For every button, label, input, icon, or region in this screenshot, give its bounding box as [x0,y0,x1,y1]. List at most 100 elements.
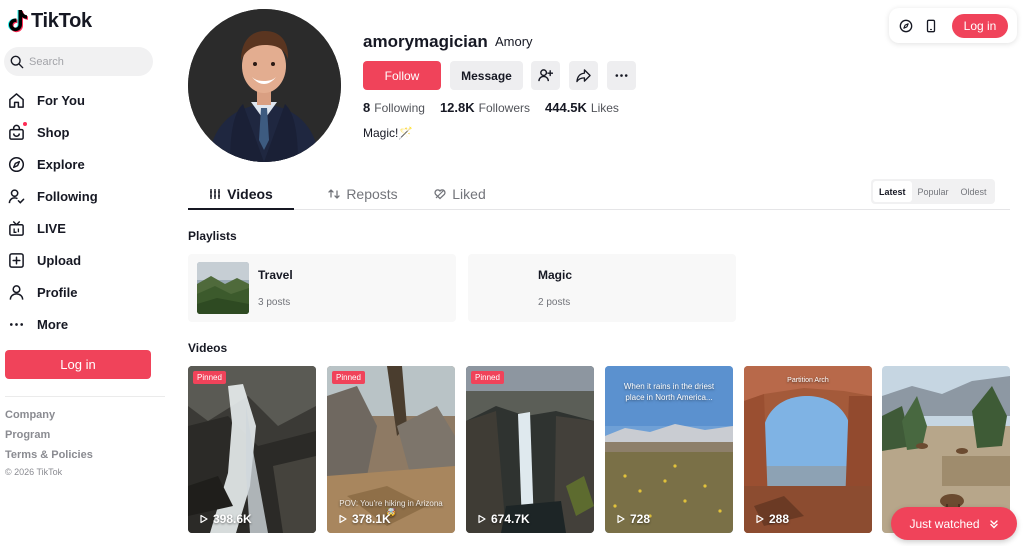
search-bar[interactable] [4,47,153,76]
playlist-card-travel[interactable]: Travel 3 posts [188,254,456,322]
more-options-button[interactable] [607,61,636,90]
sidebar-item-shop[interactable]: Shop [0,116,165,148]
tab-label: Reposts [346,186,398,202]
sidebar-item-label: Explore [37,156,85,172]
search-input[interactable] [29,55,139,68]
pinned-badge: Pinned [332,371,365,384]
view-count: 378.1K [338,512,391,526]
sidebar-divider [5,396,165,397]
play-icon [617,514,625,524]
followers-stat[interactable]: 12.8K Followers [440,100,530,115]
profile-stats: 8 Following 12.8K Followers 444.5K Likes [363,100,634,115]
video-card[interactable]: Partition Arch 288 [744,366,872,533]
playlist-name: Magic [538,268,573,282]
likes-count: 444.5K [545,100,587,115]
tiktok-logo-icon [8,10,28,33]
play-icon [478,514,486,524]
top-login-button[interactable]: Log in [952,13,1008,38]
logo-text: TikTok [31,9,92,32]
grid-icon [210,188,221,199]
video-card[interactable]: Pinned 398.6K [188,366,316,533]
playlist-count: 2 posts [538,297,571,308]
footer-link-terms[interactable]: Terms & Policies [5,449,93,469]
video-thumbnail [744,366,872,533]
video-card[interactable]: Pinned 674.7K [466,366,594,533]
suggested-accounts-button[interactable] [531,61,560,90]
video-thumbnail [188,366,316,533]
view-count: 728 [616,512,650,526]
just-watched-button[interactable]: Just watched [891,507,1017,540]
sidebar-item-explore[interactable]: Explore [0,148,165,180]
tab-reposts[interactable]: Reposts [305,179,421,209]
sidebar-item-label: LIVE [37,220,66,236]
profile-avatar[interactable] [188,9,341,162]
footer-links: Company Program Terms & Policies [5,409,93,469]
playlists-heading: Playlists [188,229,237,243]
sort-oldest[interactable]: Oldest [955,181,993,202]
share-button[interactable] [569,61,598,90]
coin-icon[interactable] [899,19,913,33]
sidebar-nav: For You Shop Explore Following LIVE Uplo… [0,84,165,340]
following-count: 8 [363,100,371,115]
add-friend-icon [538,69,553,82]
profile-nickname: Amory [495,34,533,49]
live-icon [8,220,25,237]
following-icon [8,188,25,205]
tab-videos[interactable]: Videos [188,179,294,210]
sidebar-item-label: For You [37,92,85,108]
following-stat[interactable]: 8 Following [363,100,425,115]
sidebar-item-profile[interactable]: Profile [0,276,165,308]
followers-label: Followers [478,101,530,115]
search-icon [10,55,24,68]
sort-popular[interactable]: Popular [912,181,955,202]
footer-link-program[interactable]: Program [5,429,93,449]
sidebar-item-more[interactable]: More [0,308,165,340]
avatar-photo [188,9,341,162]
view-count-value: 288 [769,512,790,526]
share-icon [576,69,591,83]
play-icon [200,514,208,524]
view-count-value: 378.1K [352,512,391,526]
sidebar-item-following[interactable]: Following [0,180,165,212]
device-icon[interactable] [924,19,938,33]
sidebar-item-upload[interactable]: Upload [0,244,165,276]
notification-dot [23,121,27,126]
profile-bio: Magic!🪄 [363,126,414,140]
chevron-double-down-icon [989,519,998,528]
video-thumbnail [466,366,594,533]
video-caption: Partition Arch [787,377,829,384]
playlist-count: 3 posts [258,297,291,308]
shop-icon [8,121,27,141]
sidebar-item-label: Upload [37,252,82,268]
playlist-name: Travel [258,268,293,282]
following-label: Following [374,101,425,115]
sidebar-item-label: Following [37,188,98,204]
view-count-value: 728 [630,512,651,526]
ellipsis-icon [615,74,628,77]
view-count: 288 [755,512,789,526]
sidebar: TikTok For You Shop Explore Following LI… [0,0,165,546]
likes-label: Likes [590,101,619,115]
footer-link-company[interactable]: Company [5,409,93,429]
tiktok-logo[interactable]: TikTok [8,9,92,33]
just-watched-label: Just watched [909,516,980,531]
videos-heading: Videos [188,341,228,355]
sidebar-item-for-you[interactable]: For You [0,84,165,116]
video-card[interactable]: When it rains in the driest place in Nor… [605,366,733,533]
video-card[interactable]: Pinned POV: You're hiking in Arizona 🤯 3… [327,366,455,533]
pinned-badge: Pinned [471,371,504,384]
message-button[interactable]: Message [450,61,523,90]
tab-liked[interactable]: Liked [425,179,495,209]
playlist-card-magic[interactable]: Magic 2 posts [468,254,736,322]
sidebar-item-live[interactable]: LIVE [0,212,165,244]
view-count: 674.7K [477,512,530,526]
copyright-text: © 2026 TikTok [5,467,63,477]
compass-icon [8,156,25,173]
profile-icon [8,284,25,301]
sidebar-item-label: Shop [37,124,70,140]
sort-toggle: Latest Popular Oldest [871,179,995,204]
follow-button[interactable]: Follow [363,61,441,90]
sort-latest[interactable]: Latest [873,181,912,202]
sidebar-login-button[interactable]: Log in [5,350,151,379]
view-count: 398.6K [199,512,252,526]
